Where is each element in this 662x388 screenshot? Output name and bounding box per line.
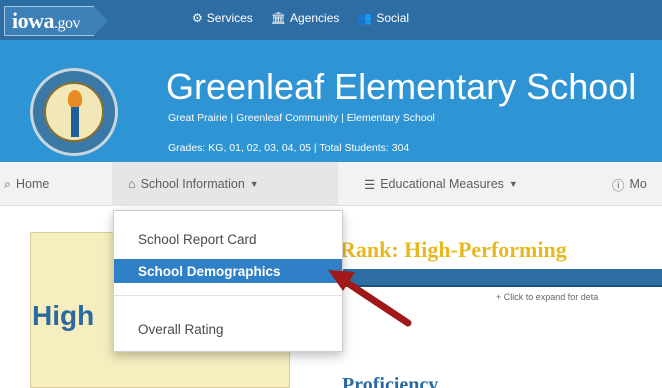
- torch-flame-icon: [68, 90, 82, 108]
- iowa-gov-logo[interactable]: iowa.gov: [4, 6, 124, 36]
- people-icon: 👥: [357, 11, 373, 25]
- nav-more[interactable]: ⓘ Mo: [598, 162, 662, 206]
- nav-school-information-label: School Information: [140, 177, 245, 191]
- expand-hint[interactable]: + Click to expand for deta: [496, 292, 598, 302]
- top-header-bar: iowa.gov ⚙ Services 🏛 Agencies 👥 Social: [0, 0, 662, 40]
- nav-home[interactable]: ⌕ Home: [0, 162, 96, 206]
- main-navbar: ⌕ Home ⌂ School Information ▼ ☰ Educatio…: [0, 162, 662, 206]
- nav-educational-measures-label: Educational Measures: [380, 177, 504, 191]
- torch-stem-icon: [71, 107, 79, 137]
- dropdown-item-school-demographics[interactable]: School Demographics: [114, 259, 342, 283]
- school-information-dropdown: School Report Card School Demographics O…: [113, 210, 343, 352]
- proficiency-heading: Proficiency: [342, 374, 439, 388]
- nav-home-label: Home: [16, 177, 50, 191]
- chevron-down-icon: ▼: [249, 179, 259, 189]
- topnav-social[interactable]: 👥 Social: [357, 11, 409, 25]
- building-icon: 🏛: [270, 11, 287, 25]
- logo-suffix: .gov: [54, 15, 81, 32]
- gears-icon: ⚙: [192, 11, 203, 25]
- logo-main: iowa: [12, 8, 55, 33]
- logo-arrow-point: [94, 6, 108, 36]
- logo-text: iowa.gov: [12, 8, 81, 34]
- school-meta: Grades: KG, 01, 02, 03, 04, 05 | Total S…: [168, 142, 410, 154]
- dropdown-item-overall-rating[interactable]: Overall Rating: [114, 317, 342, 341]
- topnav-agencies[interactable]: 🏛 Agencies: [271, 11, 340, 25]
- topnav-social-label: Social: [376, 11, 410, 25]
- school-subtitle: Great Prairie | Greenleaf Community | El…: [168, 112, 435, 124]
- dropdown-item-school-report-card[interactable]: School Report Card: [114, 227, 342, 251]
- rank-title: Rank: High-Performing: [340, 237, 567, 262]
- search-icon: ⌕: [4, 176, 12, 191]
- expandable-panel-bar[interactable]: [340, 269, 662, 287]
- chevron-down-icon: ▼: [508, 179, 518, 189]
- nav-school-information[interactable]: ⌂ School Information ▼: [112, 162, 338, 206]
- dropdown-divider: [114, 295, 342, 296]
- list-icon: ☰: [364, 177, 376, 192]
- info-circle-icon: ⓘ: [612, 178, 625, 193]
- seal-inner-circle: [44, 82, 104, 142]
- home-icon: ⌂: [128, 177, 136, 191]
- topnav-services[interactable]: ⚙ Services: [192, 11, 253, 25]
- performance-heading: High: [32, 300, 95, 331]
- top-nav: ⚙ Services 🏛 Agencies 👥 Social: [192, 11, 427, 25]
- department-seal: [30, 68, 118, 156]
- nav-educational-measures[interactable]: ☰ Educational Measures ▼: [350, 162, 590, 206]
- nav-more-label: Mo: [629, 177, 647, 191]
- topnav-services-label: Services: [206, 11, 253, 25]
- topnav-agencies-label: Agencies: [290, 11, 340, 25]
- school-name: Greenleaf Elementary School: [166, 66, 637, 107]
